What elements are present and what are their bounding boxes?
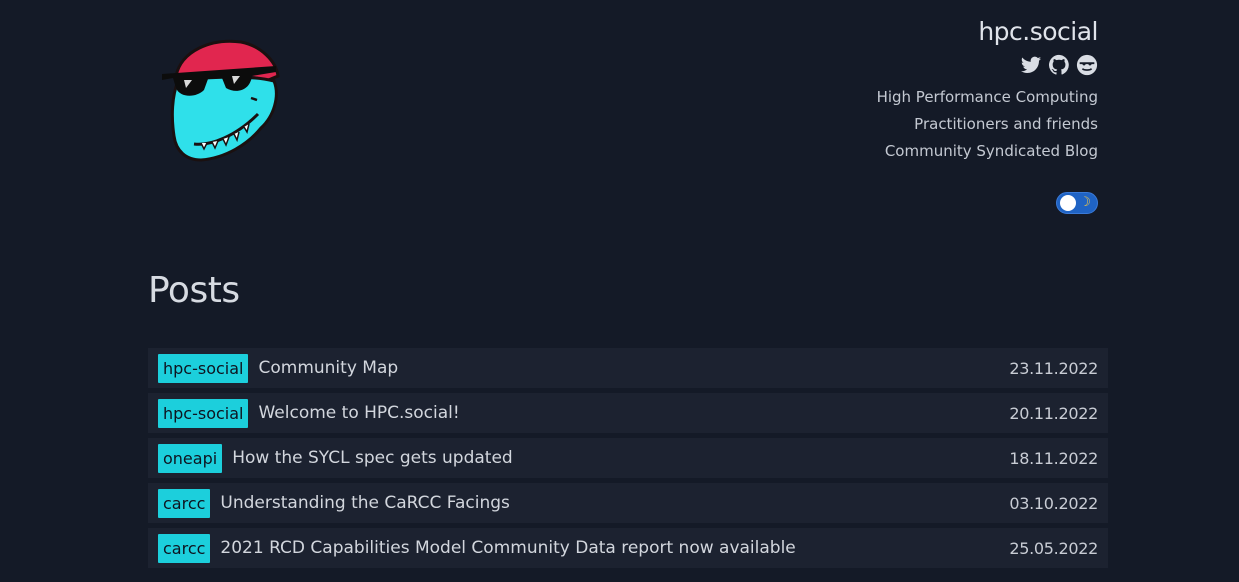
post-row[interactable]: carcc Understanding the CaRCC Facings 03…	[148, 483, 1108, 523]
post-title[interactable]: Understanding the CaRCC Facings	[220, 493, 1009, 513]
github-icon[interactable]	[1048, 54, 1070, 76]
post-list: hpc-social Community Map 23.11.2022 hpc-…	[148, 348, 1108, 573]
post-tag[interactable]: oneapi	[158, 443, 223, 473]
post-date: 25.05.2022	[1009, 538, 1098, 558]
post-title[interactable]: How the SYCL spec gets updated	[232, 448, 1009, 468]
post-tag[interactable]: carcc	[158, 488, 211, 518]
toggle-knob	[1060, 195, 1076, 211]
page: hpc.social High Performance Computing Pr…	[0, 0, 1239, 582]
post-date: 03.10.2022	[1009, 493, 1098, 513]
site-title-link[interactable]: hpc.social	[978, 16, 1098, 48]
post-tag[interactable]: hpc-social	[158, 353, 249, 383]
site-logo[interactable]	[156, 36, 286, 166]
post-tag[interactable]: carcc	[158, 533, 211, 563]
post-date: 23.11.2022	[1009, 358, 1098, 378]
mastodon-icon[interactable]	[1076, 54, 1098, 76]
social-links	[1020, 52, 1098, 78]
dinosaur-logo-icon	[162, 39, 280, 162]
post-title[interactable]: Welcome to HPC.social!	[258, 403, 1009, 423]
post-row[interactable]: oneapi How the SYCL spec gets updated 18…	[148, 438, 1108, 478]
post-date: 18.11.2022	[1009, 448, 1098, 468]
post-row[interactable]: carcc 2021 RCD Capabilities Model Commun…	[148, 528, 1108, 568]
site-taglines: High Performance Computing Practitioners…	[877, 84, 1098, 165]
tagline-2: Practitioners and friends	[914, 115, 1098, 133]
post-tag[interactable]: hpc-social	[158, 398, 249, 428]
post-title[interactable]: Community Map	[258, 358, 1009, 378]
twitter-icon[interactable]	[1020, 54, 1042, 76]
post-row[interactable]: hpc-social Welcome to HPC.social! 20.11.…	[148, 393, 1108, 433]
theme-toggle[interactable]: ☽	[1056, 192, 1098, 214]
tagline-3: Community Syndicated Blog	[884, 142, 1098, 160]
posts-heading: Posts	[148, 270, 240, 311]
tagline-1: High Performance Computing	[876, 88, 1098, 106]
post-row[interactable]: hpc-social Community Map 23.11.2022	[148, 348, 1108, 388]
post-title[interactable]: 2021 RCD Capabilities Model Community Da…	[220, 538, 1009, 558]
moon-icon: ☽	[1079, 195, 1091, 210]
post-date: 20.11.2022	[1009, 403, 1098, 423]
site-header: hpc.social High Performance Computing Pr…	[877, 16, 1098, 214]
